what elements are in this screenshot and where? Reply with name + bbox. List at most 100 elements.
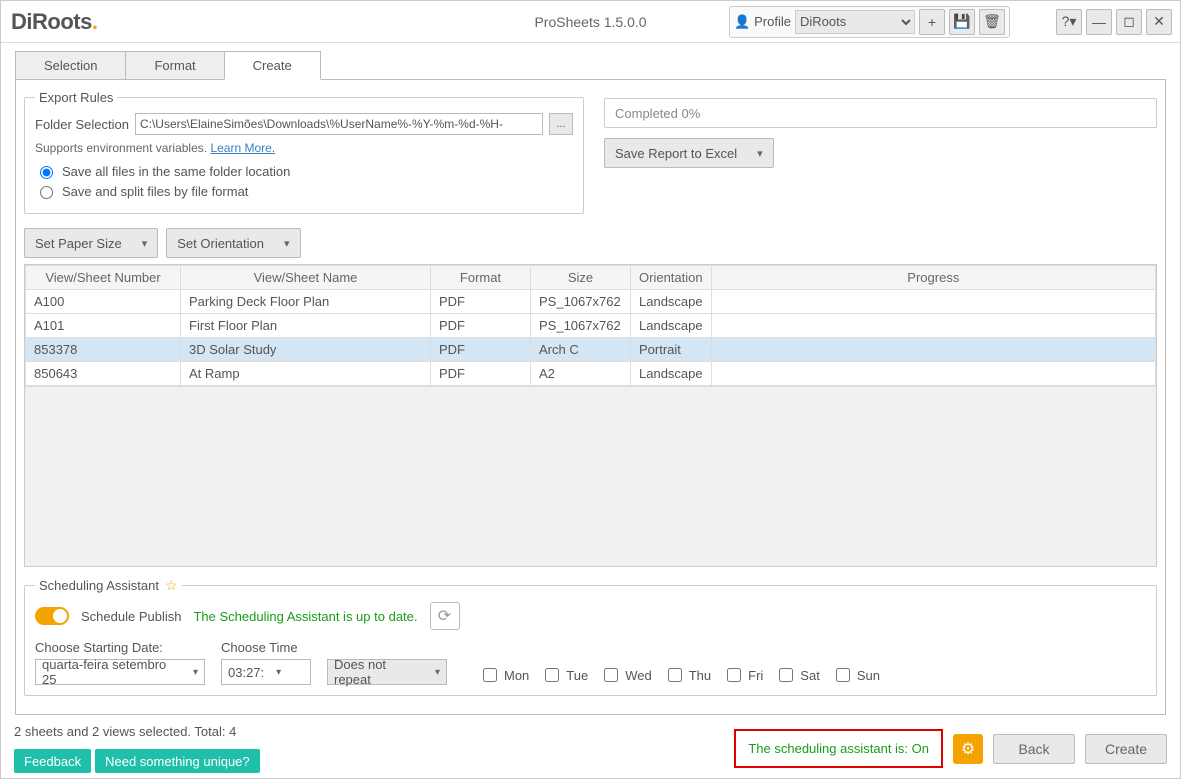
- table-row[interactable]: A100Parking Deck Floor PlanPDFPS_1067x76…: [26, 290, 1156, 314]
- minimize-button[interactable]: —: [1086, 9, 1112, 35]
- table-cell: [711, 314, 1155, 338]
- day-label: Wed: [625, 668, 652, 683]
- table-header-row: View/Sheet NumberView/Sheet NameFormatSi…: [26, 266, 1156, 290]
- set-orientation-button[interactable]: Set Orientation: [166, 228, 300, 258]
- grid-empty: [25, 386, 1156, 566]
- profile-label: Profile: [754, 14, 791, 29]
- save-report-label: Save Report to Excel: [615, 146, 737, 161]
- table-row[interactable]: 8533783D Solar StudyPDFArch CPortrait: [26, 338, 1156, 362]
- unique-button[interactable]: Need something unique?: [95, 749, 260, 773]
- logo-dot: .: [92, 9, 98, 34]
- start-date-label: Choose Starting Date:: [35, 640, 205, 655]
- schedule-toggle-label: Schedule Publish: [81, 609, 181, 624]
- save-report-button[interactable]: Save Report to Excel: [604, 138, 774, 168]
- table-header[interactable]: View/Sheet Number: [26, 266, 181, 290]
- back-button[interactable]: Back: [993, 734, 1075, 764]
- day-thu[interactable]: Thu: [664, 665, 711, 685]
- start-date-combo[interactable]: quarta-feira setembro 25: [35, 659, 205, 685]
- day-fri[interactable]: Fri: [723, 665, 763, 685]
- learn-more-link[interactable]: Learn More.: [210, 141, 275, 155]
- paper-label: Set Paper Size: [35, 236, 122, 251]
- table-row[interactable]: 850643At RampPDFA2Landscape: [26, 362, 1156, 386]
- logo: DiRoots.: [11, 9, 97, 35]
- assistant-status-text: The scheduling assistant is: On: [748, 741, 929, 756]
- day-checkbox[interactable]: [604, 668, 618, 682]
- table-header[interactable]: Size: [531, 266, 631, 290]
- radio-split-label: Save and split files by file format: [62, 184, 248, 199]
- table-cell: First Floor Plan: [181, 314, 431, 338]
- day-checkbox[interactable]: [727, 668, 741, 682]
- table-cell: Landscape: [631, 290, 712, 314]
- table-cell: Portrait: [631, 338, 712, 362]
- export-legend: Export Rules: [35, 90, 117, 105]
- table-cell: At Ramp: [181, 362, 431, 386]
- day-wed[interactable]: Wed: [600, 665, 652, 685]
- folder-input[interactable]: [135, 113, 543, 135]
- selection-status: 2 sheets and 2 views selected. Total: 4: [14, 724, 260, 739]
- tab-selection[interactable]: Selection: [15, 51, 126, 80]
- repeat-value: Does not repeat: [334, 657, 423, 687]
- radio-same-input[interactable]: [40, 166, 53, 179]
- table-cell: PS_1067x762: [531, 314, 631, 338]
- browse-button[interactable]: ...: [549, 113, 573, 135]
- day-checkbox[interactable]: [545, 668, 559, 682]
- views-table: View/Sheet NumberView/Sheet NameFormatSi…: [25, 265, 1156, 386]
- table-cell: PDF: [431, 290, 531, 314]
- day-label: Tue: [566, 668, 588, 683]
- create-button[interactable]: Create: [1085, 734, 1167, 764]
- table-header[interactable]: Format: [431, 266, 531, 290]
- table-cell: A2: [531, 362, 631, 386]
- feedback-button[interactable]: Feedback: [14, 749, 91, 773]
- titlebar: DiRoots. ProSheets 1.5.0.0 👤 Profile DiR…: [1, 1, 1180, 43]
- help-button[interactable]: ?▾: [1056, 9, 1082, 35]
- schedule-toggle[interactable]: [35, 607, 69, 625]
- table-header[interactable]: View/Sheet Name: [181, 266, 431, 290]
- table-cell: Landscape: [631, 362, 712, 386]
- day-label: Mon: [504, 668, 529, 683]
- window-title: ProSheets 1.5.0.0: [534, 14, 646, 30]
- time-combo[interactable]: 03:27:: [221, 659, 311, 685]
- profile-delete-button[interactable]: 🗑: [979, 9, 1005, 35]
- profile-add-button[interactable]: +: [919, 9, 945, 35]
- days-row: Mon Tue Wed Thu Fri Sat Sun: [479, 665, 880, 685]
- profile-select[interactable]: DiRoots: [795, 10, 915, 34]
- progress-bar: Completed 0%: [604, 98, 1157, 128]
- sched-legend-text: Scheduling Assistant: [39, 578, 159, 593]
- profile-save-button[interactable]: 💾: [949, 9, 975, 35]
- folder-label: Folder Selection: [35, 117, 129, 132]
- tab-format[interactable]: Format: [125, 51, 224, 80]
- sched-status: The Scheduling Assistant is up to date.: [193, 609, 417, 624]
- radio-same-folder[interactable]: Save all files in the same folder locati…: [35, 163, 573, 179]
- table-cell: Landscape: [631, 314, 712, 338]
- radio-split[interactable]: Save and split files by file format: [35, 183, 573, 199]
- window-controls: ?▾ — ◻ ✕: [1056, 9, 1172, 35]
- maximize-button[interactable]: ◻: [1116, 9, 1142, 35]
- radio-split-input[interactable]: [40, 186, 53, 199]
- tab-create[interactable]: Create: [224, 51, 321, 80]
- day-checkbox[interactable]: [836, 668, 850, 682]
- repeat-combo[interactable]: Does not repeat: [327, 659, 447, 685]
- day-checkbox[interactable]: [668, 668, 682, 682]
- day-tue[interactable]: Tue: [541, 665, 588, 685]
- table-cell: 853378: [26, 338, 181, 362]
- day-checkbox[interactable]: [779, 668, 793, 682]
- day-sat[interactable]: Sat: [775, 665, 820, 685]
- support-text: Supports environment variables.: [35, 141, 210, 155]
- grid-wrap: View/Sheet NumberView/Sheet NameFormatSi…: [24, 264, 1157, 567]
- logo-prefix: DiR: [11, 9, 47, 34]
- table-cell: PDF: [431, 314, 531, 338]
- day-mon[interactable]: Mon: [479, 665, 529, 685]
- refresh-button[interactable]: ⟳: [430, 602, 460, 630]
- day-checkbox[interactable]: [483, 668, 497, 682]
- table-header[interactable]: Orientation: [631, 266, 712, 290]
- set-paper-size-button[interactable]: Set Paper Size: [24, 228, 158, 258]
- table-header[interactable]: Progress: [711, 266, 1155, 290]
- table-cell: A100: [26, 290, 181, 314]
- close-button[interactable]: ✕: [1146, 9, 1172, 35]
- day-sun[interactable]: Sun: [832, 665, 880, 685]
- content: Export Rules Folder Selection ... Suppor…: [15, 79, 1166, 715]
- table-row[interactable]: A101First Floor PlanPDFPS_1067x762Landsc…: [26, 314, 1156, 338]
- table-cell: PDF: [431, 362, 531, 386]
- settings-button[interactable]: ⚙: [953, 734, 983, 764]
- profile-icon: 👤: [734, 14, 750, 30]
